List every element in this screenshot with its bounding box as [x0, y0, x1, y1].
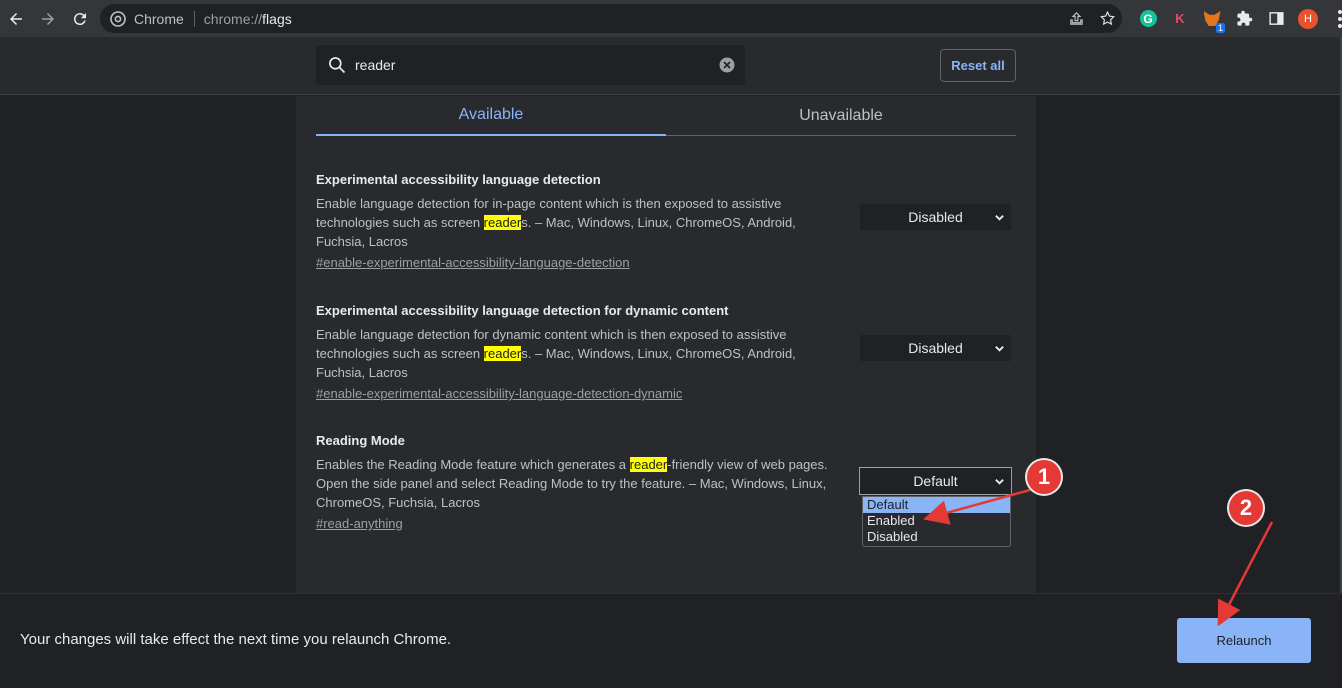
clear-search-icon[interactable] [718, 56, 736, 74]
annotation-callout: 2 [1229, 491, 1263, 525]
grammarly-icon: G [1139, 10, 1157, 27]
star-icon[interactable] [1099, 10, 1116, 27]
flag-state-select[interactable]: Disabled [860, 335, 1011, 361]
arrow-left-icon [10, 12, 22, 25]
arrow-right-icon [42, 12, 54, 25]
dropdown-option-enabled[interactable]: Enabled [863, 513, 1010, 529]
select-value: Default [913, 473, 958, 489]
flag-description: Enables the Reading Mode feature which g… [316, 455, 846, 512]
url-text: chrome://flags [204, 11, 292, 27]
metamask-extension[interactable]: 1 [1196, 6, 1228, 33]
side-panel-button[interactable] [1260, 6, 1292, 31]
select-value: Disabled [908, 209, 963, 225]
browser-toolbar: Chrome chrome://flags G K 1 H [0, 0, 1342, 37]
k-extension[interactable]: K [1164, 6, 1196, 31]
flag-description-text: Enables the Reading Mode feature which g… [316, 457, 630, 472]
forward-button[interactable] [32, 3, 64, 35]
flag-state-select-open[interactable]: Default [859, 467, 1012, 495]
reload-icon [73, 12, 86, 25]
search-box [316, 45, 745, 85]
tab-unavailable[interactable]: Unavailable [666, 96, 1016, 136]
site-name: Chrome [134, 10, 184, 27]
address-actions [1068, 4, 1116, 33]
chevron-down-icon [995, 346, 1004, 352]
address-divider [193, 10, 195, 27]
search-highlight: reader [629, 457, 668, 472]
address-bar[interactable]: Chrome chrome://flags [100, 4, 1122, 33]
url-prefix: chrome:// [203, 10, 263, 27]
k-extension-icon: K [1175, 11, 1185, 26]
flag-state-select[interactable]: Disabled [860, 204, 1011, 230]
site-chip: Chrome [100, 11, 184, 27]
chrome-icon [110, 10, 126, 27]
kebab-menu-icon [1338, 9, 1342, 28]
search-highlight: reader [483, 346, 522, 361]
flag-description: Enable language detection for dynamic co… [316, 325, 846, 382]
flag-description: Enable language detection for in-page co… [316, 194, 846, 251]
flag-anchor-link[interactable]: #enable-experimental-accessibility-langu… [316, 255, 630, 270]
share-icon[interactable] [1068, 10, 1085, 27]
profile-button[interactable]: H [1292, 6, 1324, 31]
reload-button[interactable] [64, 3, 96, 35]
menu-button[interactable] [1324, 6, 1342, 31]
screen: Chrome chrome://flags G K 1 H reader Res… [0, 0, 1342, 688]
flag-title: Experimental accessibility language dete… [316, 172, 601, 187]
relaunch-button[interactable]: Relaunch [1177, 618, 1311, 663]
flag-anchor-link[interactable]: #read-anything [316, 516, 403, 531]
extensions-button[interactable] [1228, 6, 1260, 31]
search-input[interactable] [355, 57, 705, 73]
extensions-area: G K 1 H [1132, 6, 1342, 33]
flag-title: Experimental accessibility language dete… [316, 303, 729, 318]
flag-item: Experimental accessibility language dete… [316, 303, 1016, 403]
relaunch-message: Your changes will take effect the next t… [20, 631, 452, 648]
extension-badge: 1 [1215, 23, 1225, 33]
avatar: H [1298, 8, 1318, 29]
tab-bar: Available Unavailable [316, 96, 1016, 136]
grammarly-extension[interactable]: G [1132, 6, 1164, 31]
dropdown-option-default[interactable]: Default [863, 497, 1010, 513]
chevron-down-icon [995, 215, 1004, 221]
annotation-callout: 1 [1027, 460, 1061, 494]
flags-header: Reset all [0, 37, 1342, 95]
back-button[interactable] [0, 3, 32, 35]
relaunch-bar: Your changes will take effect the next t… [0, 593, 1342, 688]
flag-anchor-link[interactable]: #enable-experimental-accessibility-langu… [316, 386, 682, 401]
flag-title: Reading Mode [316, 433, 405, 448]
side-panel-icon [1268, 12, 1284, 25]
search-icon [329, 57, 346, 74]
select-value: Disabled [908, 340, 963, 356]
select-dropdown-list: Default Enabled Disabled [862, 496, 1011, 547]
puzzle-icon [1236, 10, 1252, 26]
url-path: flags [262, 10, 292, 27]
chevron-down-icon [995, 479, 1004, 485]
reset-all-button[interactable]: Reset all [940, 49, 1016, 82]
flag-item: Experimental accessibility language dete… [316, 172, 1016, 272]
search-highlight: reader [483, 215, 522, 230]
tab-available[interactable]: Available [316, 96, 666, 136]
dropdown-option-disabled[interactable]: Disabled [863, 529, 1010, 545]
